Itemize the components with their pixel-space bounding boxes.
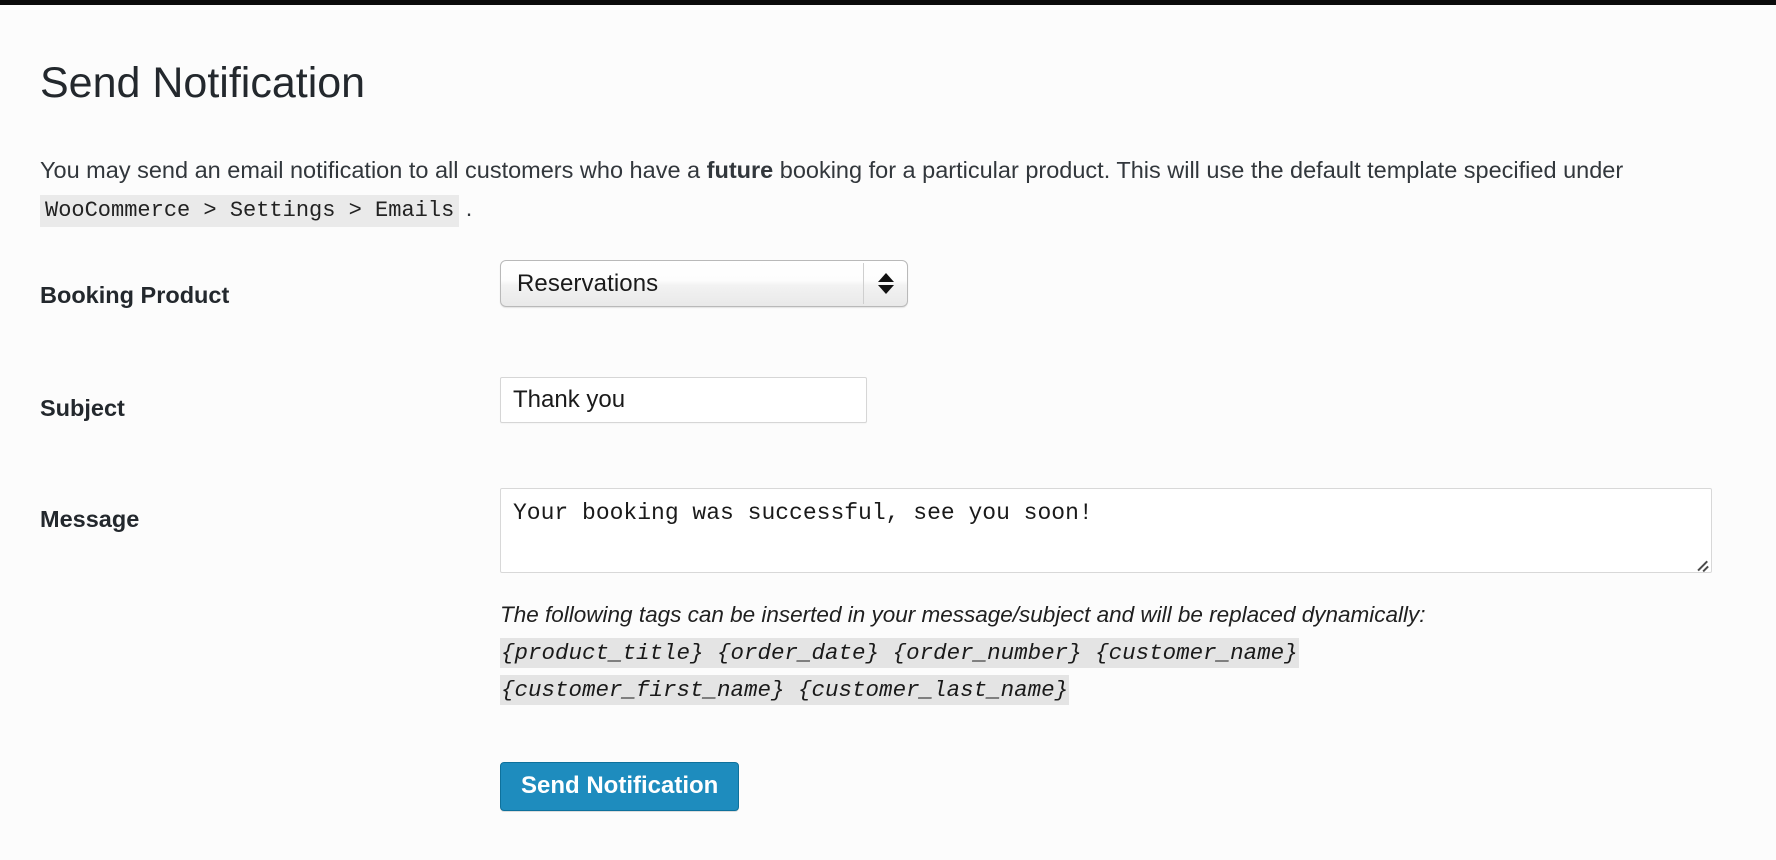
- tags-help-list: {product_title} {order_date} {order_numb…: [500, 634, 1730, 708]
- booking-product-field: Reservations: [500, 260, 908, 307]
- intro-text-part3: .: [459, 194, 473, 221]
- subject-label: Subject: [40, 395, 125, 421]
- intro-text-part2: booking for a particular product. This w…: [773, 156, 1624, 183]
- tags-help-lead: The following tags can be inserted in yo…: [500, 602, 1426, 627]
- page-title: Send Notification: [40, 58, 366, 107]
- subject-field: [500, 377, 867, 423]
- chevron-up-icon: [877, 273, 894, 282]
- booking-product-select[interactable]: Reservations: [500, 260, 908, 307]
- intro-paragraph: You may send an email notification to al…: [40, 151, 1740, 230]
- chevron-down-icon: [877, 285, 894, 294]
- message-field: [500, 488, 1712, 573]
- send-notification-button[interactable]: Send Notification: [500, 762, 740, 811]
- subject-input[interactable]: [500, 377, 867, 423]
- tags-help-text: The following tags can be inserted in yo…: [500, 597, 1730, 708]
- chevron-updown-icon[interactable]: [864, 261, 907, 306]
- intro-text-part1: You may send an email notification to al…: [40, 156, 707, 183]
- tags-line-1: {product_title} {order_date} {order_numb…: [500, 638, 1299, 668]
- tags-line-2: {customer_first_name} {customer_last_nam…: [500, 675, 1070, 705]
- booking-product-select-wrap[interactable]: Reservations: [500, 260, 908, 307]
- booking-product-selected-value: Reservations: [517, 269, 659, 297]
- settings-path-code: WooCommerce > Settings > Emails: [40, 194, 460, 227]
- submit-area: Send Notification: [500, 762, 740, 811]
- intro-emphasis: future: [706, 156, 774, 183]
- message-textarea[interactable]: [500, 488, 1712, 573]
- booking-product-label: Booking Product: [40, 282, 230, 308]
- message-textarea-wrap: [500, 488, 1712, 573]
- send-notification-page: Send Notification You may send an email …: [0, 5, 1776, 860]
- message-label: Message: [40, 506, 140, 532]
